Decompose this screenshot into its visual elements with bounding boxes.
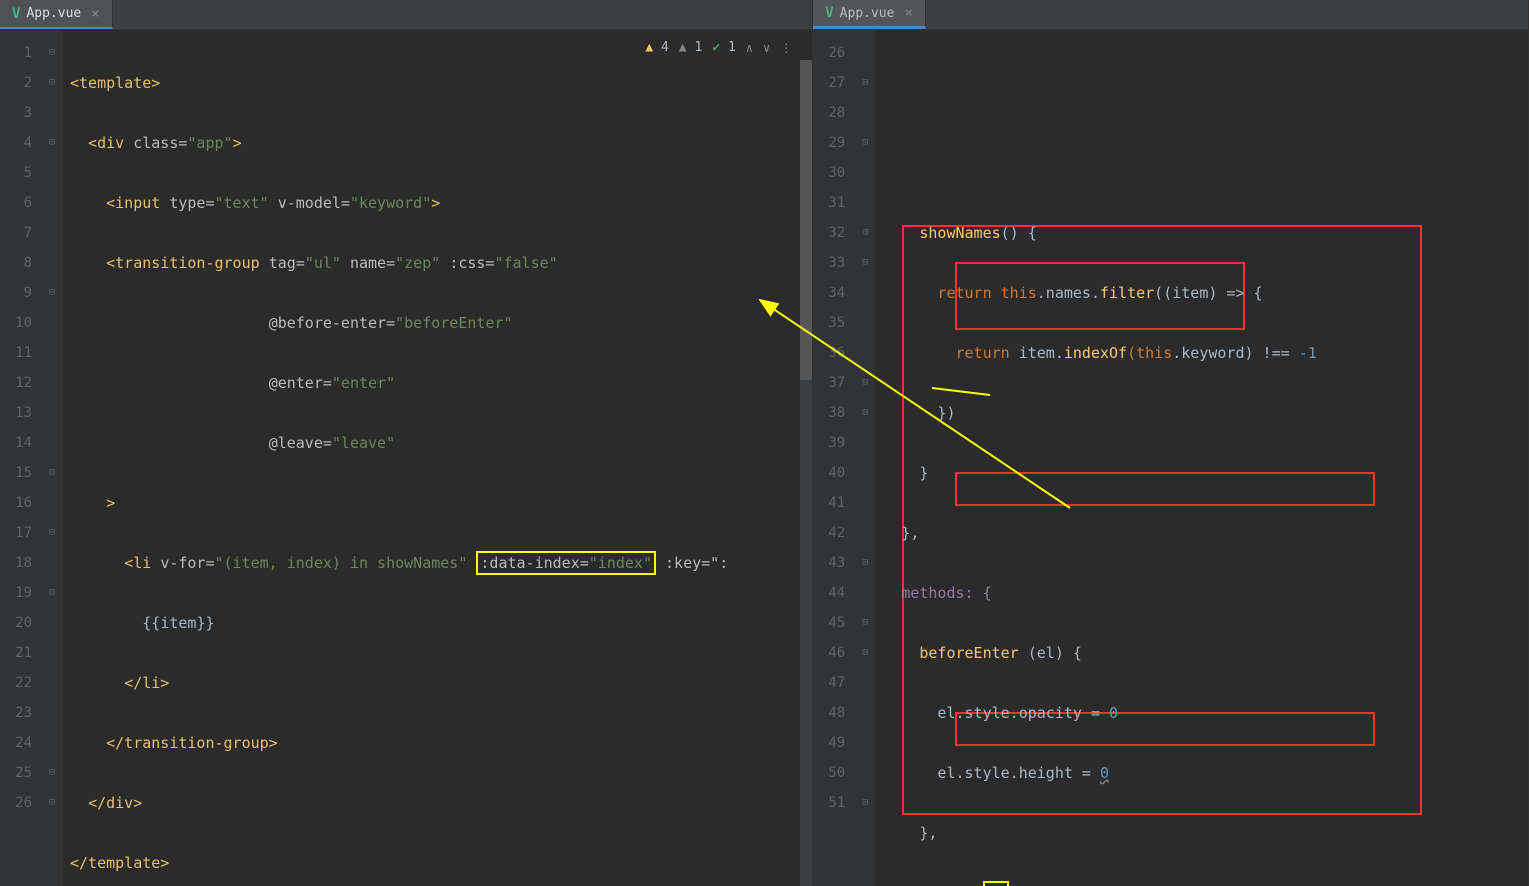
more-icon[interactable]: ⋮ [780, 41, 792, 55]
tab-label: App.vue [26, 6, 81, 21]
tab-label: App.vue [840, 6, 895, 21]
left-gutter[interactable]: 1234567891011121314151617181920212223242… [0, 30, 42, 886]
right-tab-bar: V App.vue × [813, 0, 1528, 30]
highlight-data-index: :data-index="index" [476, 551, 656, 575]
close-icon[interactable]: × [904, 5, 912, 21]
left-editor-pane: V App.vue × ▲ 4 ▲ 1 ✔ 1 ∧ ∨ ⋮ 1234567891… [0, 0, 813, 886]
right-fold-column[interactable]: ⊟⊡⊟⊟⊟⊟⊡⊟⊟⊡ [855, 30, 875, 886]
left-scrollbar[interactable] [800, 60, 812, 886]
nav-up-icon[interactable]: ∧ [746, 41, 753, 55]
right-gutter[interactable]: 2627282930313233343536373839404142434445… [813, 30, 855, 886]
pass-indicator[interactable]: ✔ 1 [712, 40, 735, 55]
weak-warning-indicator[interactable]: ▲ 1 [679, 40, 702, 55]
vue-icon: V [12, 6, 20, 22]
left-code-area[interactable]: ▲ 4 ▲ 1 ✔ 1 ∧ ∨ ⋮ 1234567891011121314151… [0, 30, 812, 886]
right-code-area[interactable]: 2627282930313233343536373839404142434445… [813, 30, 1528, 886]
tab-app-vue-left[interactable]: V App.vue × [0, 0, 113, 29]
right-editor-pane: V App.vue × 2627282930313233343536373839… [813, 0, 1529, 886]
fold-column[interactable]: ⊟⊟⊟⊟⊟⊟⊟⊟⊟ [42, 30, 62, 886]
close-icon[interactable]: × [91, 6, 99, 22]
vue-icon: V [825, 5, 833, 21]
scrollbar-thumb[interactable] [800, 60, 812, 380]
highlight-el-param: el [983, 881, 1009, 886]
warning-indicator[interactable]: ▲ 4 [645, 40, 668, 55]
left-code-content[interactable]: <template> <div class="app"> <input type… [62, 30, 812, 886]
inspection-indicators: ▲ 4 ▲ 1 ✔ 1 ∧ ∨ ⋮ [645, 40, 792, 55]
editor-split-container: V App.vue × ▲ 4 ▲ 1 ✔ 1 ∧ ∨ ⋮ 1234567891… [0, 0, 1529, 886]
tab-app-vue-right[interactable]: V App.vue × [813, 0, 926, 29]
right-code-content[interactable]: showNames() { return this.names.filter((… [875, 30, 1528, 886]
nav-down-icon[interactable]: ∨ [763, 41, 770, 55]
left-tab-bar: V App.vue × [0, 0, 812, 30]
